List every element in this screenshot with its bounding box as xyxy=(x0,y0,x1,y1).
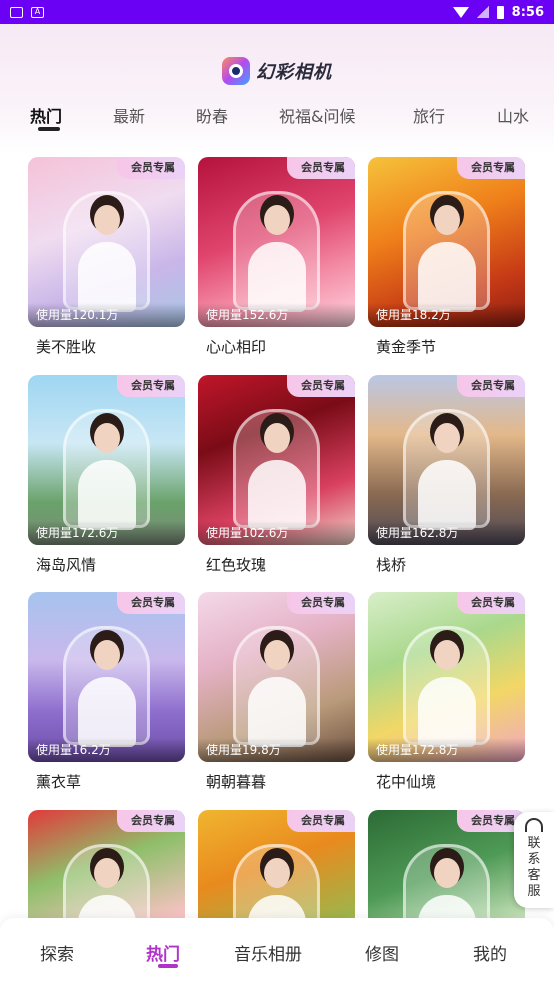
person-head xyxy=(94,205,120,235)
person-head xyxy=(94,423,120,453)
person-figure xyxy=(248,242,306,312)
person-figure xyxy=(418,677,476,747)
vip-badge: 会员专属 xyxy=(457,592,525,614)
tab-blessing[interactable]: 祝福&问候 xyxy=(279,103,355,127)
battery-icon xyxy=(497,6,504,19)
template-thumbnail[interactable]: 会员专属使用量172.8万 xyxy=(368,592,525,762)
person-head xyxy=(264,858,290,888)
template-card[interactable]: 会员专属使用量120.1万美不胜收 xyxy=(28,157,185,357)
template-card[interactable]: 会员专属使用量172.6万海岛风情 xyxy=(28,375,185,575)
template-name: 黄金季节 xyxy=(368,336,525,357)
template-card[interactable]: 会员专属使用量16.2万薰衣草 xyxy=(28,592,185,792)
usage-count: 使用量18.2万 xyxy=(368,303,525,327)
signal-icon xyxy=(477,6,489,18)
nav-hot[interactable]: 热门 xyxy=(146,940,180,965)
person-head xyxy=(434,423,460,453)
person-figure xyxy=(78,242,136,312)
vip-badge: 会员专属 xyxy=(117,375,185,397)
vip-badge: 会员专属 xyxy=(457,375,525,397)
status-left-icons: A xyxy=(10,7,44,18)
vip-badge: 会员专属 xyxy=(117,157,185,179)
nav-mine[interactable]: 我的 xyxy=(473,940,507,965)
tab-active-indicator xyxy=(38,127,60,131)
header-background xyxy=(0,24,554,154)
headset-icon xyxy=(525,818,543,832)
usage-count: 使用量172.6万 xyxy=(28,521,185,545)
tab-travel[interactable]: 旅行 xyxy=(413,103,445,127)
template-thumbnail[interactable]: 会员专属使用量120.1万 xyxy=(28,157,185,327)
template-name: 红色玫瑰 xyxy=(198,554,355,575)
vip-badge: 会员专属 xyxy=(457,157,525,179)
nav-explore[interactable]: 探索 xyxy=(40,940,74,965)
tab-spring[interactable]: 盼春 xyxy=(196,103,228,127)
vip-badge: 会员专属 xyxy=(287,157,355,179)
app-a-icon: A xyxy=(31,7,44,18)
vip-badge: 会员专属 xyxy=(287,592,355,614)
template-card[interactable]: 会员专属使用量18.2万黄金季节 xyxy=(368,157,525,357)
template-name: 花中仙境 xyxy=(368,771,525,792)
tab-latest[interactable]: 最新 xyxy=(113,103,145,127)
wifi-icon xyxy=(453,7,469,18)
usage-count: 使用量102.6万 xyxy=(198,521,355,545)
template-card[interactable]: 会员专属使用量19.8万朝朝暮暮 xyxy=(198,592,355,792)
vip-badge: 会员专属 xyxy=(287,810,355,832)
person-figure xyxy=(248,677,306,747)
person-head xyxy=(94,858,120,888)
template-name: 美不胜收 xyxy=(28,336,185,357)
bottom-nav: 探索 热门 音乐相册 修图 我的 xyxy=(0,918,554,989)
template-card[interactable]: 会员专属使用量162.8万栈桥 xyxy=(368,375,525,575)
person-figure xyxy=(78,460,136,530)
template-thumbnail[interactable]: 会员专属使用量16.2万 xyxy=(28,592,185,762)
usage-count: 使用量19.8万 xyxy=(198,738,355,762)
mail-icon xyxy=(10,7,23,18)
usage-count: 使用量162.8万 xyxy=(368,521,525,545)
template-thumbnail[interactable]: 会员专属使用量102.6万 xyxy=(198,375,355,545)
template-thumbnail[interactable]: 会员专属使用量162.8万 xyxy=(368,375,525,545)
template-card[interactable]: 会员专属使用量172.8万花中仙境 xyxy=(368,592,525,792)
person-figure xyxy=(78,677,136,747)
person-head xyxy=(434,858,460,888)
template-name: 海岛风情 xyxy=(28,554,185,575)
category-tabs: 热门 最新 盼春 祝福&问候 旅行 山水 xyxy=(0,103,554,133)
usage-count: 使用量152.6万 xyxy=(198,303,355,327)
template-thumbnail[interactable]: 会员专属使用量172.6万 xyxy=(28,375,185,545)
person-head xyxy=(264,640,290,670)
contact-service-button[interactable]: 联系客服 xyxy=(514,812,554,908)
template-thumbnail[interactable]: 会员专属使用量19.8万 xyxy=(198,592,355,762)
vip-badge: 会员专属 xyxy=(117,810,185,832)
camera-logo-icon xyxy=(222,57,250,85)
nav-photo-edit[interactable]: 修图 xyxy=(365,940,399,965)
template-name: 薰衣草 xyxy=(28,771,185,792)
vip-badge: 会员专属 xyxy=(287,375,355,397)
template-name: 朝朝暮暮 xyxy=(198,771,355,792)
tab-hot[interactable]: 热门 xyxy=(30,103,62,127)
vip-badge: 会员专属 xyxy=(117,592,185,614)
person-figure xyxy=(418,460,476,530)
usage-count: 使用量16.2万 xyxy=(28,738,185,762)
usage-count: 使用量172.8万 xyxy=(368,738,525,762)
person-figure xyxy=(418,242,476,312)
person-head xyxy=(434,640,460,670)
template-card[interactable]: 会员专属使用量152.6万心心相印 xyxy=(198,157,355,357)
nav-music-album[interactable]: 音乐相册 xyxy=(234,940,302,965)
status-right: 8:56 xyxy=(453,5,544,20)
template-card[interactable]: 会员专属使用量102.6万红色玫瑰 xyxy=(198,375,355,575)
person-head xyxy=(94,640,120,670)
person-head xyxy=(264,205,290,235)
nav-active-indicator xyxy=(158,964,178,968)
person-figure xyxy=(248,460,306,530)
status-bar: A 8:56 xyxy=(0,0,554,24)
template-thumbnail[interactable]: 会员专属使用量18.2万 xyxy=(368,157,525,327)
tab-landscape[interactable]: 山水 xyxy=(497,103,529,127)
app-title: 幻彩相机 xyxy=(256,58,332,84)
template-thumbnail[interactable]: 会员专属使用量152.6万 xyxy=(198,157,355,327)
person-head xyxy=(434,205,460,235)
usage-count: 使用量120.1万 xyxy=(28,303,185,327)
contact-service-label: 联系客服 xyxy=(527,836,541,900)
template-name: 栈桥 xyxy=(368,554,525,575)
person-head xyxy=(264,423,290,453)
template-name: 心心相印 xyxy=(198,336,355,357)
status-time: 8:56 xyxy=(512,5,544,20)
app-header: 幻彩相机 xyxy=(0,57,554,85)
